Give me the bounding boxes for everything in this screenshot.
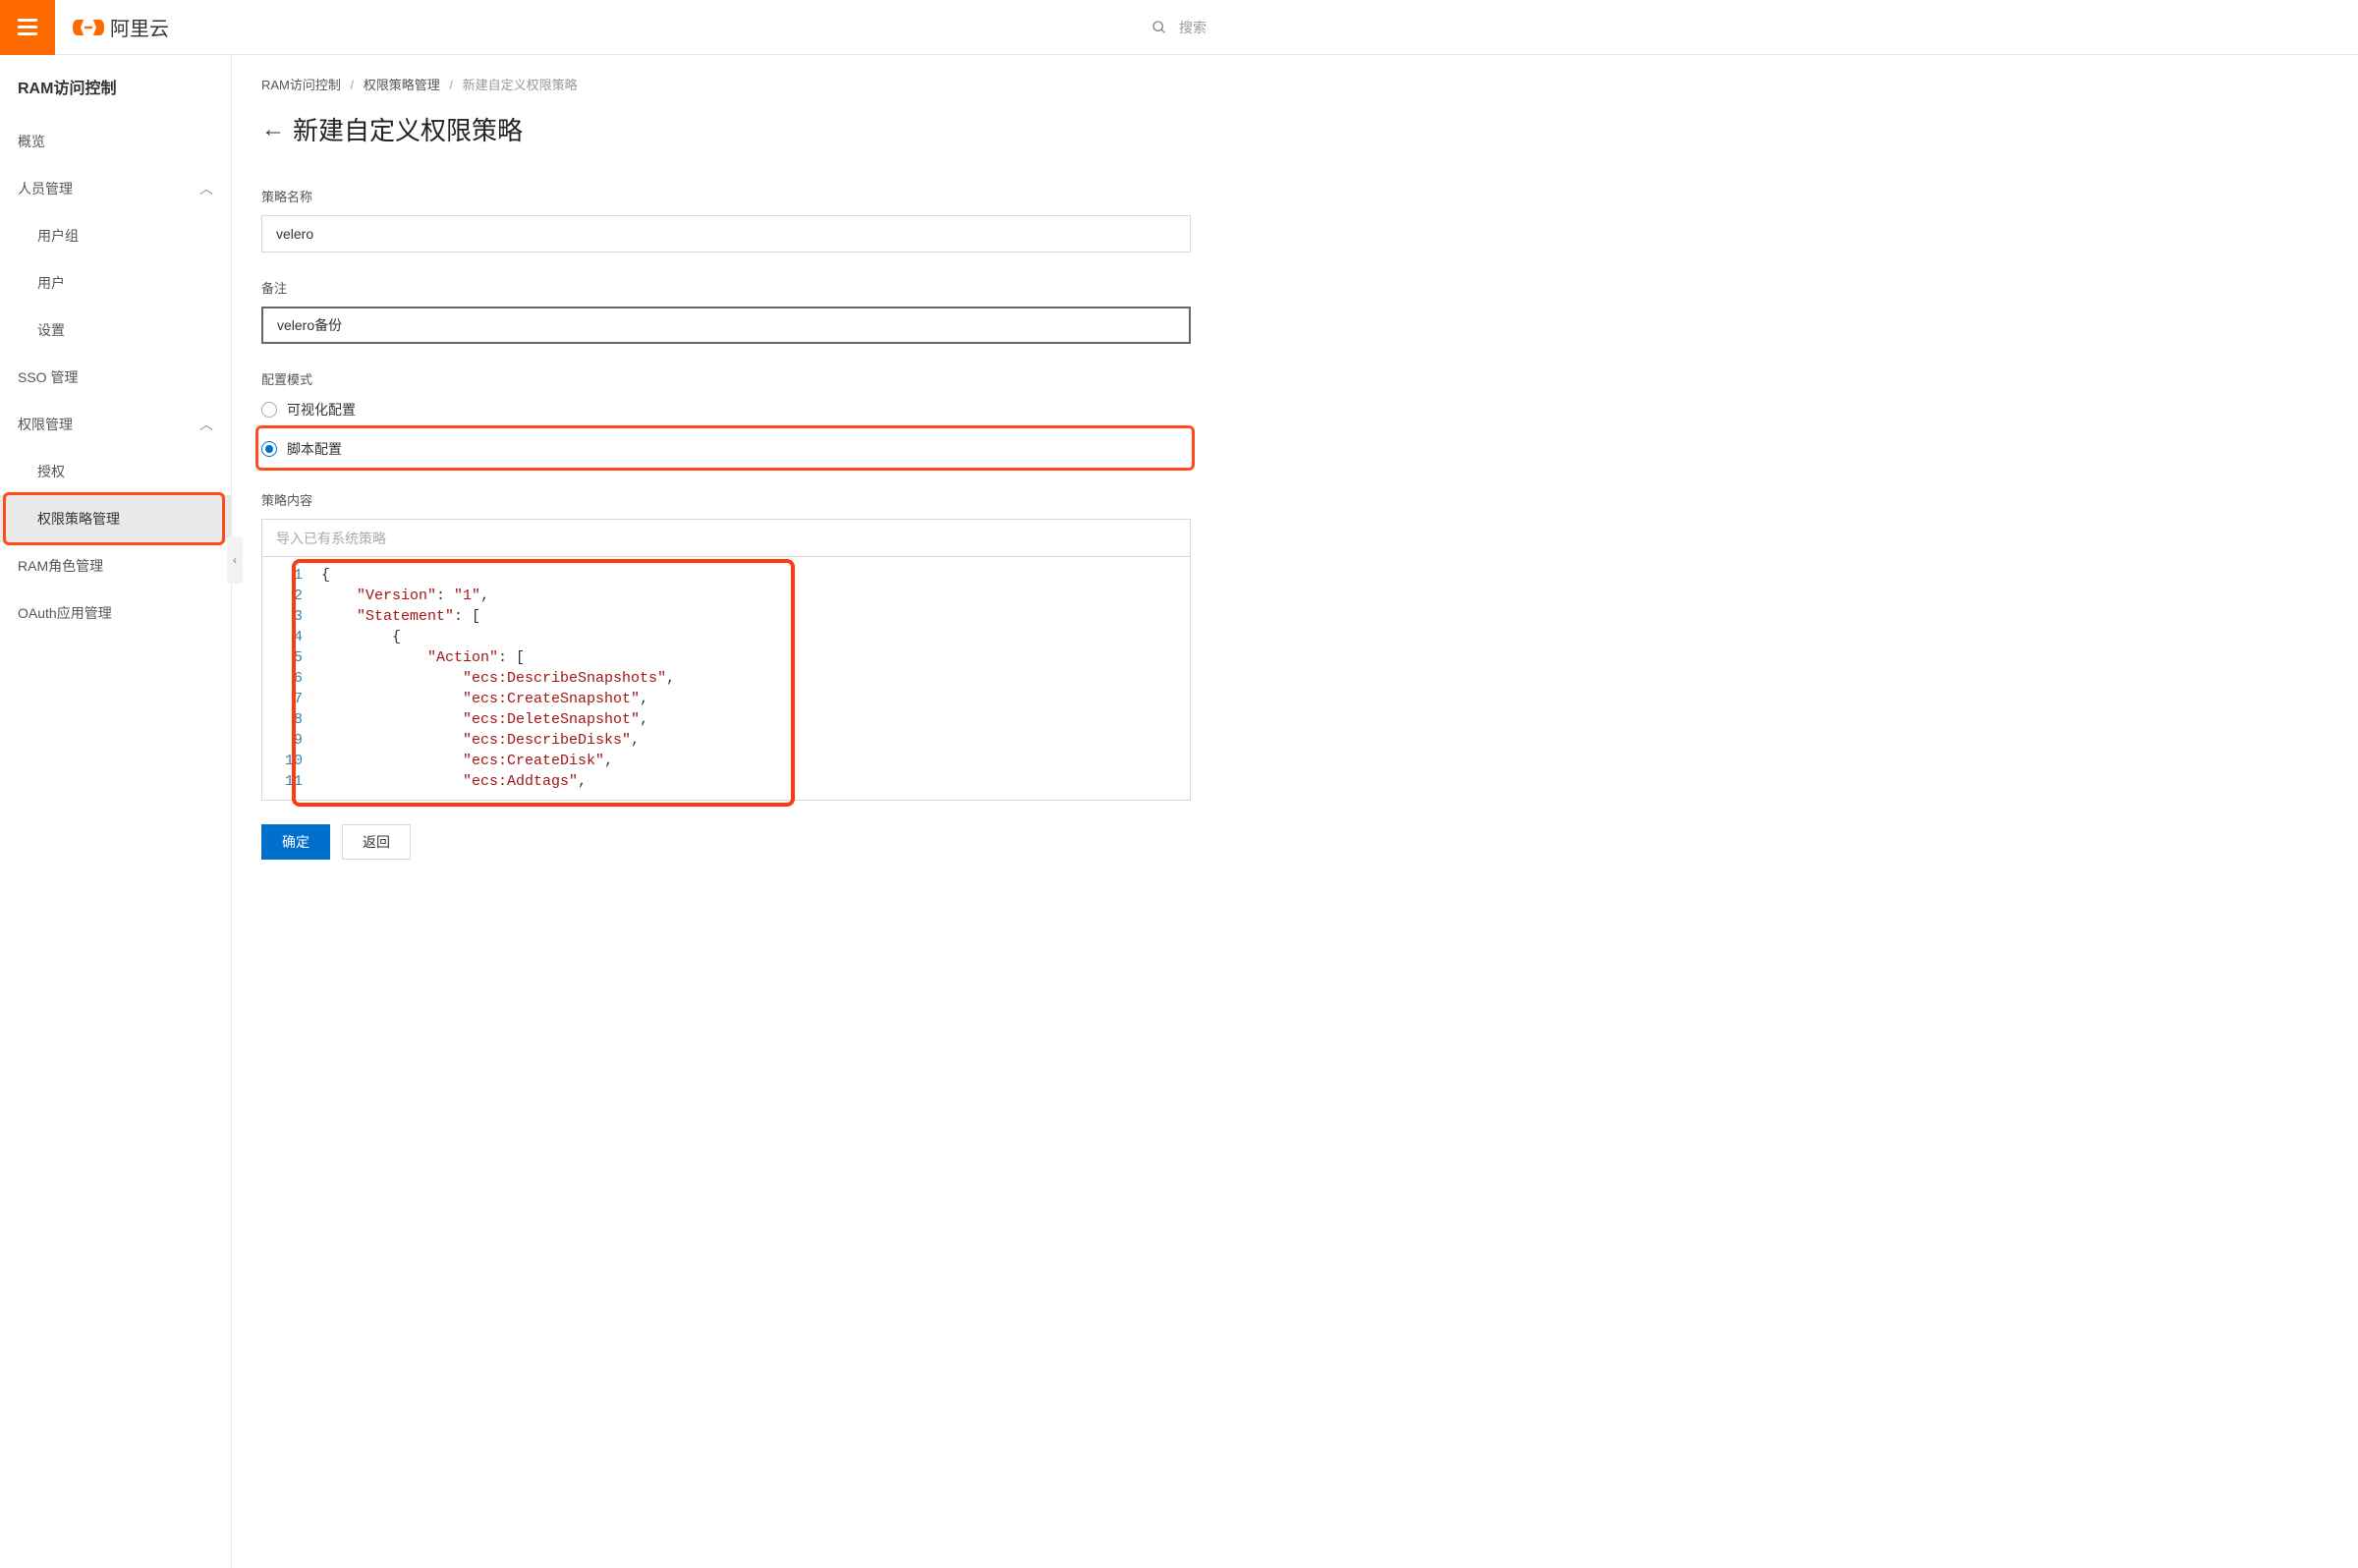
breadcrumb: RAM访问控制 / 权限策略管理 / 新建自定义权限策略 — [261, 75, 2329, 93]
import-placeholder: 导入已有系统策略 — [276, 529, 386, 548]
sidebar: RAM访问控制 概览 人员管理 ︿ 用户组 用户 设置 SSO 管理 权限管理 … — [0, 55, 232, 1568]
page-title: 新建自定义权限策略 — [293, 111, 523, 147]
page-title-row: ← 新建自定义权限策略 — [261, 111, 2329, 147]
sidebar-item-label: 用户 — [37, 275, 65, 291]
hamburger-icon — [18, 19, 37, 35]
header: 阿里云 搜索 — [0, 0, 2358, 55]
config-mode-section: 配置模式 可视化配置 脚本配置 — [261, 369, 1191, 465]
sidebar-item-label: 权限管理 — [18, 415, 73, 434]
radio-script-config[interactable]: 脚本配置 — [261, 437, 1183, 461]
sidebar-item-settings[interactable]: 设置 — [0, 307, 231, 354]
sidebar-item-label: SSO 管理 — [18, 369, 78, 385]
sidebar-item-authorize[interactable]: 授权 — [0, 448, 231, 495]
radio-label: 脚本配置 — [287, 439, 342, 459]
search-placeholder: 搜索 — [1179, 18, 1207, 37]
code-content[interactable]: { "Version": "1", "Statement": [ { "Acti… — [317, 557, 1190, 800]
sidebar-item-permissions[interactable]: 权限管理 ︿ — [0, 401, 231, 448]
breadcrumb-item[interactable]: RAM访问控制 — [261, 78, 341, 92]
config-mode-label: 配置模式 — [261, 369, 1191, 388]
remark-section: 备注 — [261, 278, 1191, 344]
back-button[interactable]: 返回 — [342, 824, 411, 860]
sidebar-item-oauth[interactable]: OAuth应用管理 — [0, 589, 231, 637]
radio-label: 可视化配置 — [287, 400, 356, 420]
radio-icon — [261, 402, 277, 418]
logo-text: 阿里云 — [110, 13, 169, 41]
breadcrumb-separator: / — [351, 78, 355, 92]
policy-content-label: 策略内容 — [261, 490, 1191, 509]
remark-input[interactable] — [261, 307, 1191, 344]
sidebar-item-personnel[interactable]: 人员管理 ︿ — [0, 165, 231, 212]
code-editor[interactable]: 1234567891011 { "Version": "1", "Stateme… — [261, 556, 1191, 801]
chevron-up-icon: ︿ — [199, 415, 213, 434]
breadcrumb-separator: / — [449, 78, 453, 92]
sidebar-item-label: 权限策略管理 — [37, 511, 120, 527]
policy-name-section: 策略名称 — [261, 187, 1191, 252]
sidebar-item-label: RAM角色管理 — [18, 558, 103, 574]
radio-visual-config[interactable]: 可视化配置 — [261, 398, 1191, 421]
sidebar-item-user[interactable]: 用户 — [0, 259, 231, 307]
policy-name-input[interactable] — [261, 215, 1191, 252]
remark-label: 备注 — [261, 278, 1191, 297]
button-row: 确定 返回 — [261, 824, 2329, 860]
sidebar-item-label: 人员管理 — [18, 179, 73, 198]
sidebar-item-label: 用户组 — [37, 228, 79, 244]
sidebar-item-overview[interactable]: 概览 — [0, 118, 231, 165]
sidebar-item-label: 概览 — [18, 134, 45, 149]
sidebar-title: RAM访问控制 — [0, 75, 231, 118]
sidebar-item-sso[interactable]: SSO 管理 — [0, 354, 231, 401]
breadcrumb-current: 新建自定义权限策略 — [463, 78, 578, 92]
policy-name-label: 策略名称 — [261, 187, 1191, 205]
sidebar-item-label: OAuth应用管理 — [18, 605, 112, 621]
import-policy-select[interactable]: 导入已有系统策略 — [261, 519, 1191, 556]
confirm-button[interactable]: 确定 — [261, 824, 330, 860]
logo-icon — [73, 16, 104, 39]
sidebar-item-label: 授权 — [37, 464, 65, 479]
sidebar-item-ramroles[interactable]: RAM角色管理 — [0, 542, 231, 589]
sidebar-item-usergroup[interactable]: 用户组 — [0, 212, 231, 259]
sidebar-item-policies[interactable]: 权限策略管理 — [0, 495, 231, 542]
policy-content-section: 策略内容 导入已有系统策略 1234567891011 { "Version":… — [261, 490, 1191, 801]
hamburger-menu[interactable] — [0, 0, 55, 55]
line-gutter: 1234567891011 — [262, 557, 317, 800]
breadcrumb-item[interactable]: 权限策略管理 — [364, 78, 440, 92]
search-icon — [1151, 20, 1167, 35]
main-content: RAM访问控制 / 权限策略管理 / 新建自定义权限策略 ← 新建自定义权限策略… — [232, 55, 2358, 1568]
radio-checked-icon — [261, 441, 277, 457]
logo[interactable]: 阿里云 — [73, 13, 169, 41]
sidebar-item-label: 设置 — [37, 322, 65, 338]
search-area[interactable]: 搜索 — [1151, 18, 1207, 37]
back-arrow-icon[interactable]: ← — [261, 116, 285, 143]
chevron-up-icon: ︿ — [199, 179, 213, 198]
